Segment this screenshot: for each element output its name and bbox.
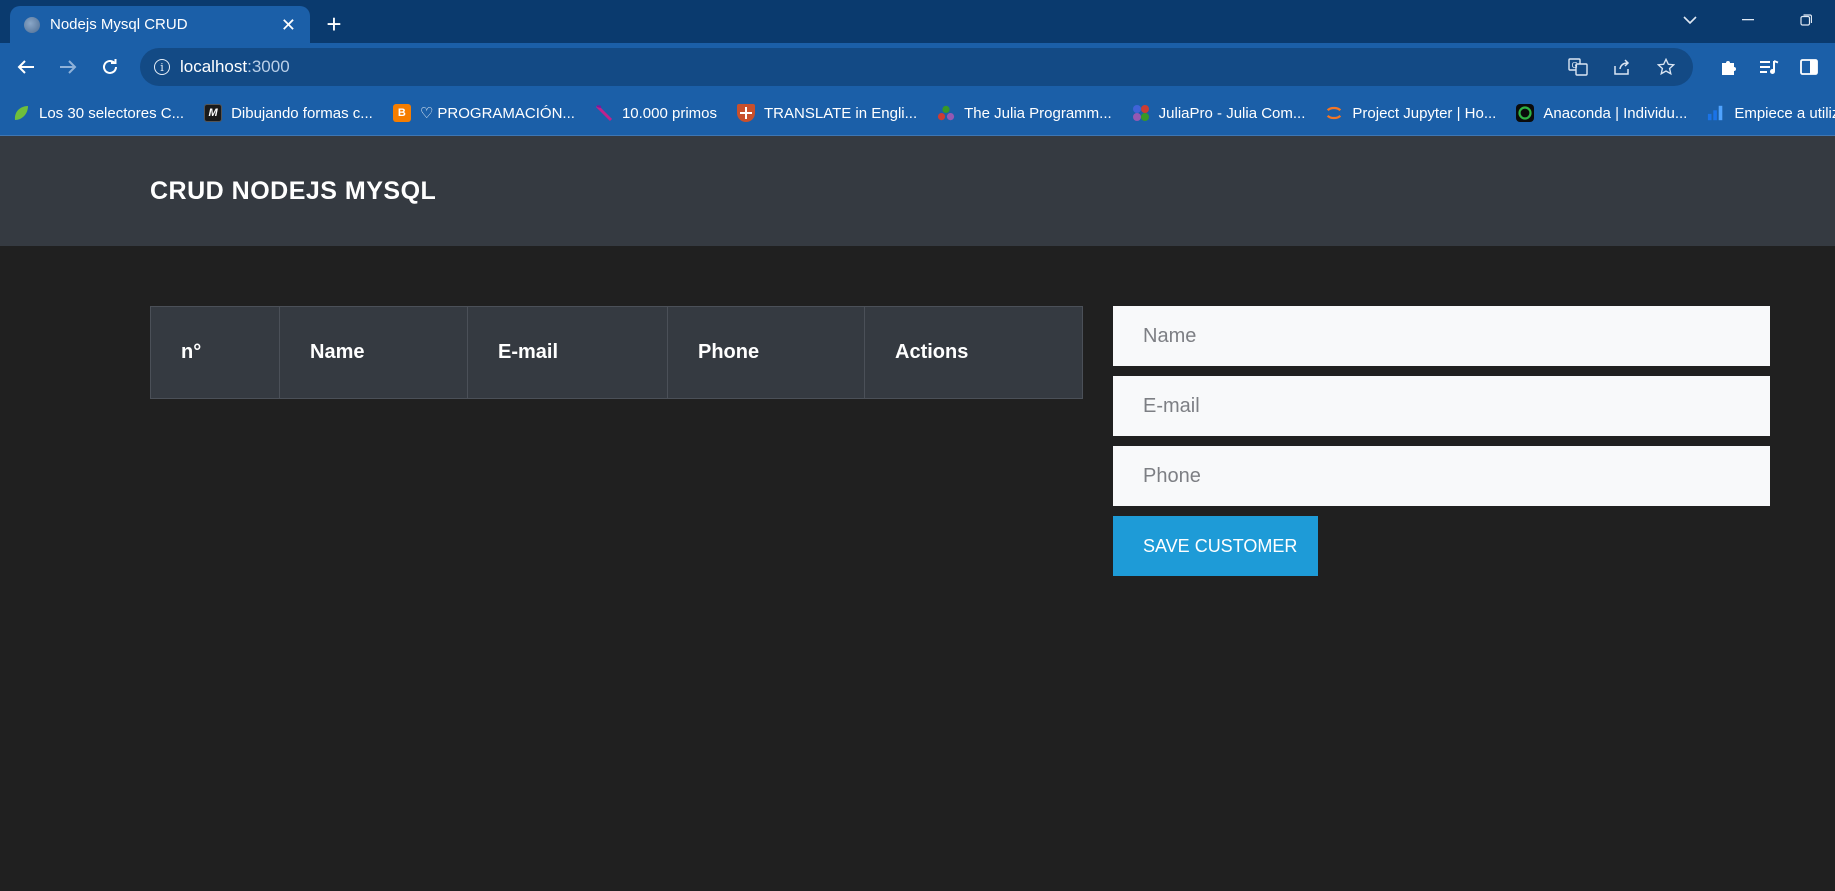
anaconda-icon <box>1516 104 1535 122</box>
bookmark-label: 10.000 primos <box>621 104 718 122</box>
bookmark-label: Empiece a utilizar <box>1734 104 1835 122</box>
new-tab-button[interactable]: + <box>316 6 352 42</box>
extensions-puzzle-icon[interactable] <box>1711 49 1747 85</box>
toolbar-actions <box>1711 49 1827 85</box>
url-host: localhost <box>180 57 248 76</box>
side-panel-icon[interactable] <box>1791 49 1827 85</box>
tab-title: Nodejs Mysql CRUD <box>50 16 188 33</box>
tab-search-chevron-icon[interactable] <box>1661 0 1719 40</box>
bookmark-label: Anaconda | Individu... <box>1543 104 1688 122</box>
bookmark-label: Los 30 selectores C... <box>39 104 185 122</box>
leaf-icon <box>12 104 30 122</box>
bookmark-label: The Julia Programm... <box>964 104 1112 122</box>
bookmark-star-icon[interactable] <box>1649 52 1683 82</box>
window-controls <box>1661 0 1835 40</box>
customer-form: SAVE CUSTOMER <box>1113 306 1770 576</box>
bookmark-item[interactable]: Anaconda | Individu... <box>1516 104 1687 122</box>
bookmark-label: TRANSLATE in Engli... <box>764 104 918 122</box>
bookmark-item[interactable]: The Julia Programm... <box>937 104 1112 122</box>
reload-icon <box>103 59 117 74</box>
url-port: :3000 <box>247 57 290 76</box>
name-input[interactable] <box>1113 306 1770 366</box>
forward-button[interactable] <box>50 49 86 85</box>
svg-text:G: G <box>1572 61 1578 70</box>
cambridge-shield-icon <box>737 104 756 122</box>
tab-strip: Nodejs Mysql CRUD ✕ + <box>0 0 1835 43</box>
minimize-icon[interactable] <box>1719 0 1777 40</box>
media-queue-icon[interactable] <box>1751 49 1787 85</box>
bookmark-item[interactable]: 10.000 primos <box>595 104 717 122</box>
julia-dots-icon <box>937 104 955 122</box>
bookmark-item[interactable]: Los 30 selectores C... <box>12 104 184 122</box>
arrow-left-icon <box>17 60 34 74</box>
feather-icon <box>595 104 613 122</box>
close-icon[interactable]: ✕ <box>281 16 296 34</box>
blogger-icon: B <box>392 104 411 122</box>
customers-table: n° Name E-mail Phone Actions <box>150 306 1083 399</box>
phone-input[interactable] <box>1113 446 1770 506</box>
bookmark-item[interactable]: Project Jupyter | Ho... <box>1325 104 1496 122</box>
bars-icon <box>1707 104 1725 122</box>
navbar-brand[interactable]: CRUD NODEJS MYSQL <box>150 177 436 206</box>
bookmark-label: JuliaPro - Julia Com... <box>1158 104 1306 122</box>
jupyter-icon <box>1325 104 1343 122</box>
bookmark-item[interactable]: Empiece a utilizar <box>1707 104 1835 122</box>
arrow-right-icon <box>60 60 77 74</box>
column-header-phone: Phone <box>667 306 865 399</box>
bookmark-label: Dibujando formas c... <box>231 104 373 122</box>
bookmarks-bar: Los 30 selectores C... M Dibujando forma… <box>0 91 1835 136</box>
table-header-row: n° Name E-mail Phone Actions <box>150 306 1083 399</box>
bookmark-item[interactable]: M Dibujando formas c... <box>204 104 373 122</box>
restore-icon[interactable] <box>1777 0 1835 40</box>
juliapro-icon <box>1132 104 1150 122</box>
column-header-actions: Actions <box>864 306 1083 399</box>
app-navbar: CRUD NODEJS MYSQL <box>0 136 1835 246</box>
bookmark-item[interactable]: B ♡ PROGRAMACIÓN... <box>392 104 575 122</box>
globe-icon <box>24 16 40 33</box>
bookmark-label: ♡ PROGRAMACIÓN... <box>419 105 575 122</box>
email-input[interactable] <box>1113 376 1770 436</box>
column-header-name: Name <box>279 306 468 399</box>
bookmark-item[interactable]: TRANSLATE in Engli... <box>737 104 917 122</box>
main-content: n° Name E-mail Phone Actions SAVE CUSTOM… <box>0 246 1835 576</box>
bookmark-item[interactable]: JuliaPro - Julia Com... <box>1132 104 1306 122</box>
bookmark-label: Project Jupyter | Ho... <box>1352 104 1497 122</box>
url-text[interactable]: localhost:3000 <box>180 57 1551 77</box>
m-logo-icon: M <box>204 104 223 122</box>
column-header-number: n° <box>150 306 280 399</box>
back-button[interactable] <box>8 49 44 85</box>
save-customer-button[interactable]: SAVE CUSTOMER <box>1113 516 1318 576</box>
address-bar[interactable]: i localhost:3000 G <box>140 48 1693 86</box>
translate-icon[interactable]: G <box>1561 52 1595 82</box>
share-icon[interactable] <box>1605 52 1639 82</box>
info-icon[interactable]: i <box>154 59 170 75</box>
browser-toolbar: i localhost:3000 G <box>0 43 1835 91</box>
reload-button[interactable] <box>92 49 128 85</box>
browser-tab-active[interactable]: Nodejs Mysql CRUD ✕ <box>10 6 310 43</box>
column-header-email: E-mail <box>467 306 668 399</box>
